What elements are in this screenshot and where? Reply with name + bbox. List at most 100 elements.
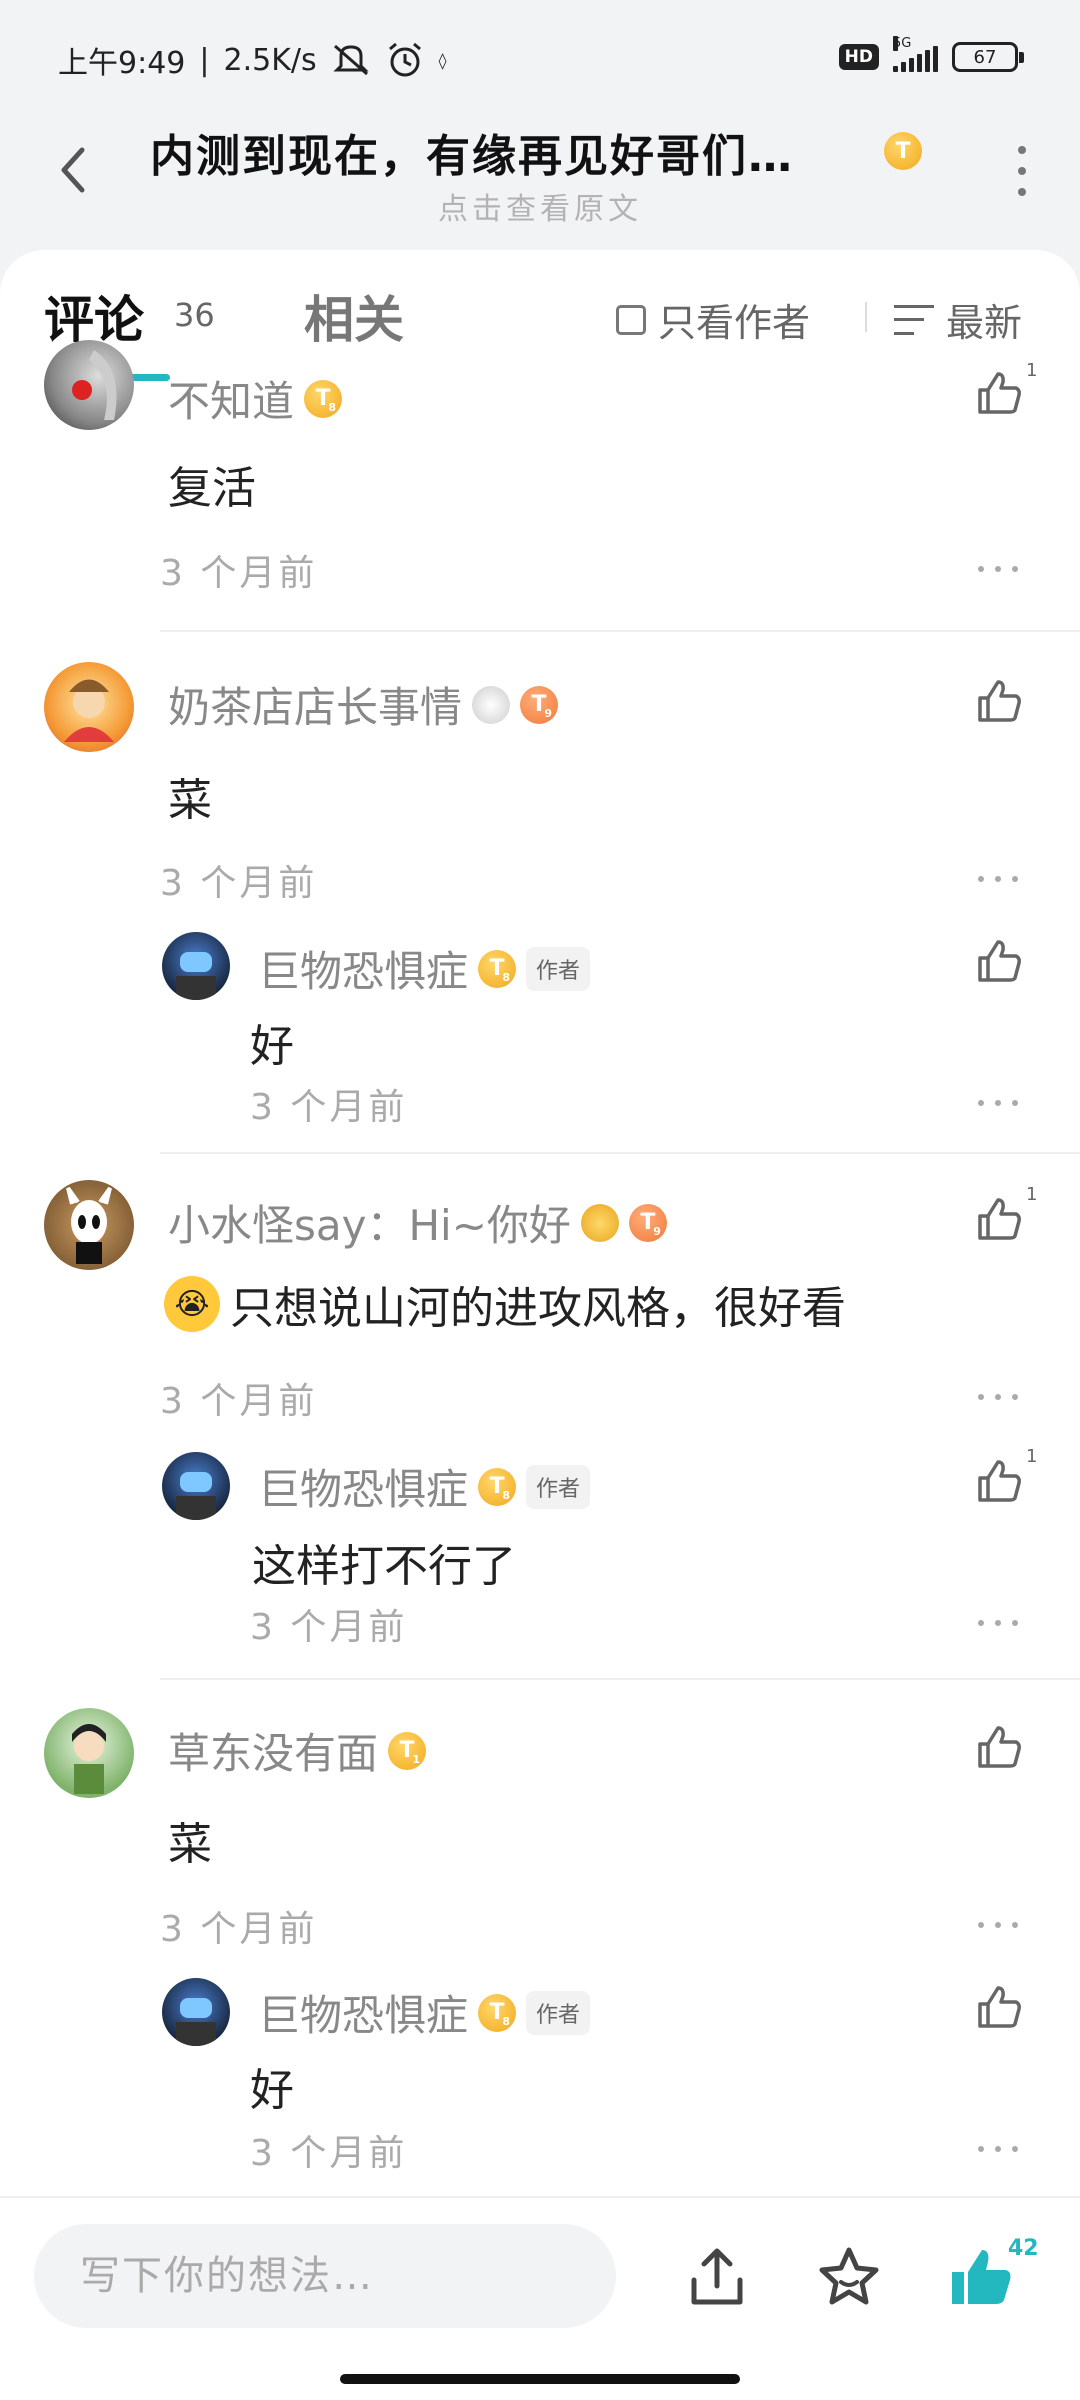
star-icon[interactable] <box>814 2242 884 2312</box>
author-tag: 作者 <box>526 946 591 991</box>
reply-text: 好 <box>250 2065 294 2116</box>
thumbs-up-icon[interactable] <box>974 1456 1024 1506</box>
level-badge-icon: T9 <box>520 685 559 724</box>
thumbs-up-icon[interactable] <box>974 1982 1024 2032</box>
sort-button[interactable]: 最新 <box>894 292 1022 347</box>
thumbs-up-icon[interactable] <box>974 936 1024 986</box>
network-type: 5G <box>893 36 912 51</box>
level-badge-icon: T8 <box>304 379 343 418</box>
reply-more-button[interactable] <box>978 1618 1018 1628</box>
level-badge-icon: T8 <box>478 1993 517 2032</box>
comment-username[interactable]: 草东没有面 T1 <box>168 1720 427 1781</box>
checkbox-icon[interactable] <box>616 304 646 335</box>
page-title[interactable]: 内测到现在，有缘再见好哥们… <box>150 120 794 184</box>
sort-icon <box>894 304 934 335</box>
signal-icon: 5G <box>893 36 938 72</box>
comment-item: 草东没有面 T1 菜 3 个月前 巨物恐惧症 T8 作者 好 3 个月前 <box>0 1680 1080 2200</box>
view-original-link[interactable]: 点击查看原文 <box>0 184 1080 228</box>
avatar[interactable] <box>44 1180 134 1270</box>
home-indicator[interactable] <box>340 2374 740 2384</box>
crying-emoji-icon: 😭 <box>164 1276 220 1332</box>
reply-username[interactable]: 巨物恐惧症 T8 作者 <box>258 1982 591 2043</box>
reply-text: 好 <box>250 1021 294 1072</box>
comment-time: 3 个月前 <box>160 863 318 904</box>
status-left: 上午9:49 | 2.5K/s ◊ <box>58 38 447 82</box>
thumbs-up-filled-icon[interactable] <box>946 2242 1016 2312</box>
comment-item: 不知道 T8 复活 3 个月前 1 <box>0 340 1080 630</box>
share-icon[interactable] <box>682 2242 752 2312</box>
battery-icon: 67 <box>952 42 1024 72</box>
level-badge-icon: T1 <box>388 1731 427 1770</box>
status-speed: 2.5K/s <box>223 42 317 78</box>
content-panel: 评论 36 相关 只看作者 最新 不知道 T8 复活 3 个月前 1 奶茶店店长… <box>0 250 1080 2200</box>
author-tag: 作者 <box>526 1990 591 2035</box>
level-badge-icon: T9 <box>628 1203 667 1242</box>
level-badge-icon: T8 <box>478 1467 517 1506</box>
bottom-bar: 42 <box>0 2196 1080 2400</box>
reply-time: 3 个月前 <box>250 2133 408 2174</box>
alarm-icon <box>388 42 421 77</box>
sort-label: 最新 <box>946 301 1023 345</box>
status-bar: 上午9:49 | 2.5K/s ◊ HD 5G 67 <box>0 0 1080 120</box>
comment-list: 不知道 T8 复活 3 个月前 1 奶茶店店长事情 T9 菜 3 个月前 巨物恐… <box>0 340 1080 2200</box>
comment-item: 小水怪say：Hi~你好 T9 😭 只想说山河的进攻风格，很好看 3 个月前 1… <box>0 1154 1080 1678</box>
thumbs-up-icon[interactable] <box>974 676 1024 726</box>
mute-icon <box>332 44 369 76</box>
comments-count: 36 <box>174 296 215 334</box>
battery-level: 67 <box>973 46 997 68</box>
title-level-badge: T <box>884 132 922 170</box>
avatar-decoration-icon <box>580 1203 619 1242</box>
level-badge-icon: T <box>884 132 922 170</box>
like-count: 1 <box>1026 360 1038 381</box>
reply-text: 这样打不行了 <box>252 1541 516 1592</box>
nfc-icon: ◊ <box>438 50 447 70</box>
author-tag: 作者 <box>526 1464 591 1509</box>
comment-more-button[interactable] <box>978 874 1018 884</box>
reply-time: 3 个月前 <box>250 1607 408 1648</box>
status-time: 上午9:49 <box>58 46 186 81</box>
like-main-count: 42 <box>1008 2236 1039 2261</box>
more-dot-icon <box>1018 167 1026 175</box>
status-right: HD 5G 67 <box>838 36 1024 72</box>
reply-username[interactable]: 巨物恐惧症 T8 作者 <box>258 938 591 999</box>
avatar[interactable] <box>44 1708 134 1798</box>
author-only-label: 只看作者 <box>658 301 811 345</box>
comment-time: 3 个月前 <box>160 1909 318 1950</box>
more-dot-icon <box>1018 146 1026 154</box>
comment-time: 3 个月前 <box>160 1381 318 1422</box>
reply-more-button[interactable] <box>978 1098 1018 1108</box>
comment-time: 3 个月前 <box>160 553 318 594</box>
more-options-button[interactable] <box>1012 146 1032 196</box>
comment-item: 奶茶店店长事情 T9 菜 3 个月前 巨物恐惧症 T8 作者 好 3 个月前 <box>0 632 1080 1152</box>
thumbs-up-icon[interactable] <box>974 368 1024 418</box>
level-badge-icon: T8 <box>478 949 517 988</box>
like-count: 1 <box>1026 1184 1038 1205</box>
reply-avatar[interactable] <box>162 1978 230 2046</box>
comment-username[interactable]: 奶茶店店长事情 T9 <box>168 674 559 735</box>
reply-avatar[interactable] <box>162 932 230 1000</box>
comment-more-button[interactable] <box>978 1920 1018 1930</box>
reply-avatar[interactable] <box>162 1452 230 1520</box>
comment-input[interactable] <box>34 2224 616 2328</box>
comment-text: 😭 只想说山河的进攻风格，很好看 <box>164 1272 846 1336</box>
reply-time: 3 个月前 <box>250 1087 408 1128</box>
comment-username[interactable]: 不知道 T8 <box>168 368 343 429</box>
page-header: 内测到现在，有缘再见好哥们… T 点击查看原文 <box>0 110 1080 260</box>
reply-more-button[interactable] <box>978 2144 1018 2154</box>
status-divider: | <box>199 42 210 78</box>
comment-username[interactable]: 小水怪say：Hi~你好 T9 <box>168 1192 667 1253</box>
tab-related[interactable]: 相关 <box>304 280 404 352</box>
author-only-filter[interactable]: 只看作者 <box>616 292 810 347</box>
thumbs-up-icon[interactable] <box>974 1722 1024 1772</box>
thumbs-up-icon[interactable] <box>974 1194 1024 1244</box>
comment-text: 复活 <box>168 463 256 514</box>
comment-more-button[interactable] <box>978 1392 1018 1402</box>
comment-text: 菜 <box>168 775 212 826</box>
like-count: 1 <box>1026 1446 1038 1467</box>
avatar[interactable] <box>44 340 134 430</box>
tabs-bar: 评论 36 相关 只看作者 最新 <box>0 250 1080 381</box>
comment-more-button[interactable] <box>978 564 1018 574</box>
more-dot-icon <box>1018 188 1026 196</box>
reply-username[interactable]: 巨物恐惧症 T8 作者 <box>258 1456 591 1517</box>
avatar[interactable] <box>44 662 134 752</box>
